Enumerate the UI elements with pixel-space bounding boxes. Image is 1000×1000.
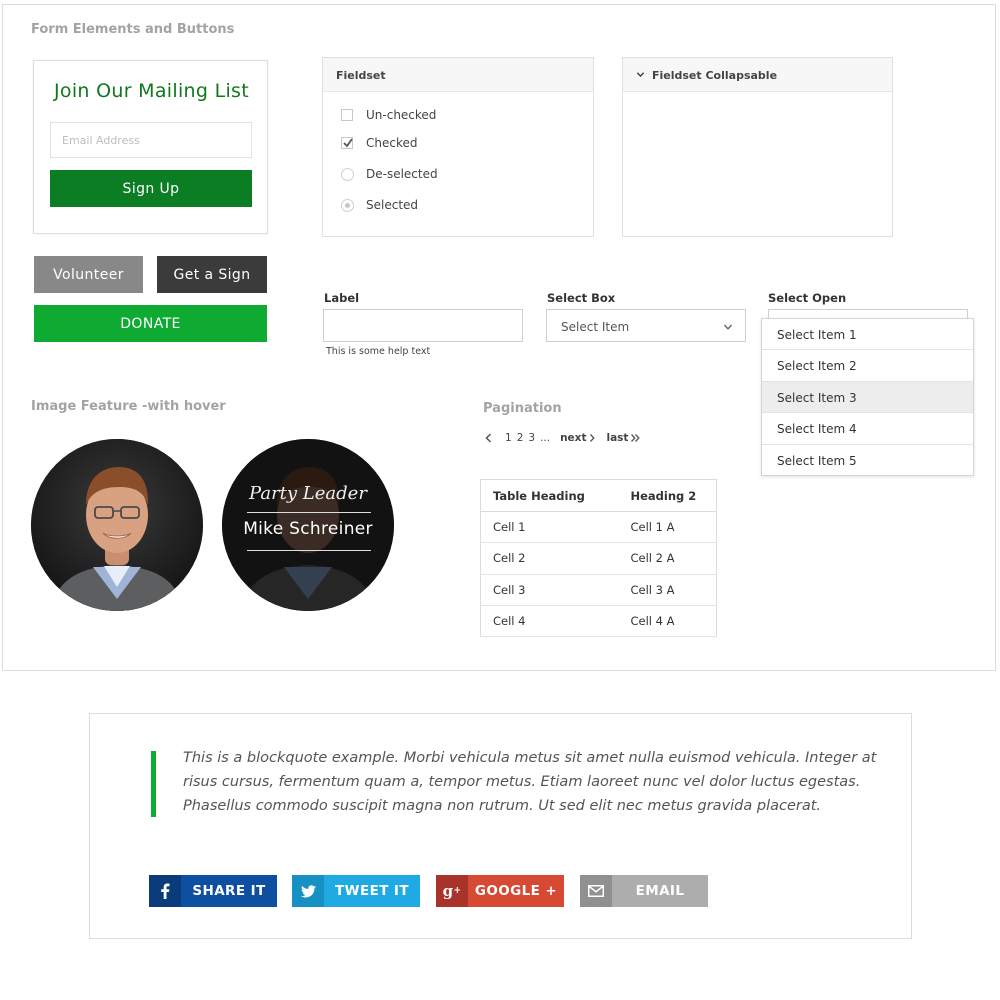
page-link[interactable]: 2: [517, 432, 524, 444]
share-facebook-label: SHARE IT: [192, 883, 266, 899]
get-a-sign-button[interactable]: Get a Sign: [157, 256, 267, 293]
share-facebook-button[interactable]: SHARE IT: [149, 875, 277, 907]
envelope-icon: [580, 875, 612, 907]
table-row: Cell 2 Cell 2 A: [480, 542, 717, 575]
share-twitter-button[interactable]: TWEET IT: [292, 875, 420, 907]
checkbox-label: Checked: [366, 136, 418, 150]
checkbox-checked-row[interactable]: Checked: [341, 136, 418, 150]
checkbox-unchecked[interactable]: [341, 109, 353, 121]
fieldset: Fieldset Un-checked Checked De-selected …: [322, 57, 594, 237]
table-cell: Cell 3: [480, 574, 623, 606]
text-input[interactable]: [323, 309, 523, 342]
table-cell: Cell 2: [480, 542, 623, 575]
fieldset-collapsable: Fieldset Collapsable: [622, 57, 893, 237]
overlay-divider: [247, 512, 371, 513]
radio-deselected[interactable]: [341, 167, 354, 181]
help-text: This is some help text: [326, 346, 431, 357]
checkbox-checked[interactable]: [341, 137, 353, 149]
share-google-plus-button[interactable]: g + GOOGLE +: [436, 875, 564, 907]
checkbox-label: Un-checked: [366, 108, 437, 122]
next-link[interactable]: next: [560, 432, 586, 444]
overlay-divider: [247, 550, 371, 551]
mailing-list-card: Join Our Mailing List Sign Up: [33, 60, 268, 234]
select-item[interactable]: Select Item 1: [762, 319, 973, 351]
fieldset-collapsable-header[interactable]: Fieldset Collapsable: [623, 58, 892, 92]
page-ellipsis: ...: [540, 432, 551, 444]
facebook-icon: [149, 875, 181, 907]
twitter-icon: [292, 875, 324, 907]
chevron-left-icon[interactable]: [484, 432, 494, 444]
table-cell: Cell 1 A: [622, 511, 717, 544]
table-cell: Cell 4 A: [622, 605, 717, 638]
radio-deselected-row[interactable]: De-selected: [341, 167, 438, 181]
sign-up-button[interactable]: Sign Up: [50, 170, 252, 207]
section-title-pagination: Pagination: [483, 401, 562, 416]
share-google-plus-label: GOOGLE +: [474, 883, 558, 899]
table-row: Cell 3 Cell 3 A: [480, 574, 717, 606]
blockquote-text: This is a blockquote example. Morbi vehi…: [183, 750, 877, 814]
portrait-image[interactable]: [31, 439, 203, 611]
radio-label: Selected: [366, 198, 419, 212]
table-row: Cell 4 Cell 4 A: [480, 605, 717, 638]
table-cell: Cell 3 A: [622, 574, 717, 606]
select-item[interactable]: Select Item 2: [762, 350, 973, 382]
data-table: Table Heading Heading 2 Cell 1 Cell 1 A …: [480, 479, 717, 638]
field-label: Label: [324, 291, 360, 305]
select-box-value: Select Item: [561, 320, 630, 334]
chevron-right-icon[interactable]: [588, 433, 596, 443]
share-email-label: EMAIL: [635, 883, 685, 899]
double-chevron-right-icon[interactable]: [630, 433, 641, 443]
table-header: Heading 2: [622, 479, 717, 512]
portrait-photo: [31, 439, 203, 611]
table-cell: Cell 1: [480, 511, 623, 544]
select-open-label: Select Open: [768, 291, 847, 305]
section-title-image-feature: Image Feature -with hover: [31, 399, 226, 414]
overlay-name: Mike Schreiner: [243, 519, 373, 539]
table-row: Cell 1 Cell 1 A: [480, 511, 717, 544]
table-header: Table Heading: [480, 479, 623, 512]
blockquote-accent-bar: [151, 751, 156, 817]
volunteer-button[interactable]: Volunteer: [34, 256, 143, 293]
google-plus-icon: g +: [436, 875, 468, 907]
select-item[interactable]: Select Item 5: [762, 445, 973, 476]
mailing-list-title: Join Our Mailing List: [54, 80, 249, 102]
radio-selected-row[interactable]: Selected: [341, 198, 418, 212]
overlay-title: Party Leader: [249, 483, 367, 504]
donate-button[interactable]: DONATE: [34, 305, 267, 342]
select-box[interactable]: Select Item: [546, 309, 746, 342]
table-header-row: Table Heading Heading 2: [480, 479, 717, 512]
fieldset-collapsable-title: Fieldset Collapsable: [652, 69, 778, 82]
checkbox-unchecked-row[interactable]: Un-checked: [341, 108, 436, 122]
table-cell: Cell 4: [480, 605, 623, 638]
page-link[interactable]: 1: [505, 432, 512, 444]
radio-selected[interactable]: [341, 198, 354, 212]
section-title-form-elements: Form Elements and Buttons: [31, 22, 235, 37]
select-box-label: Select Box: [547, 291, 616, 305]
fieldset-title: Fieldset: [323, 58, 593, 92]
select-item[interactable]: Select Item 4: [762, 413, 973, 445]
pagination: 1 2 3 ... next last: [484, 432, 641, 444]
share-twitter-label: TWEET IT: [335, 883, 409, 899]
email-field[interactable]: [50, 122, 252, 158]
table-cell: Cell 2 A: [622, 542, 717, 575]
last-link[interactable]: last: [606, 432, 628, 444]
select-item-highlighted[interactable]: Select Item 3: [762, 381, 973, 414]
chevron-down-icon: [723, 324, 733, 330]
select-dropdown-menu: Select Item 1 Select Item 2 Select Item …: [761, 318, 974, 476]
share-email-button[interactable]: EMAIL: [580, 875, 708, 907]
radio-label: De-selected: [366, 167, 438, 181]
checkmark-icon: [343, 138, 353, 148]
chevron-down-icon: [636, 72, 645, 78]
page-link[interactable]: 3: [528, 432, 535, 444]
